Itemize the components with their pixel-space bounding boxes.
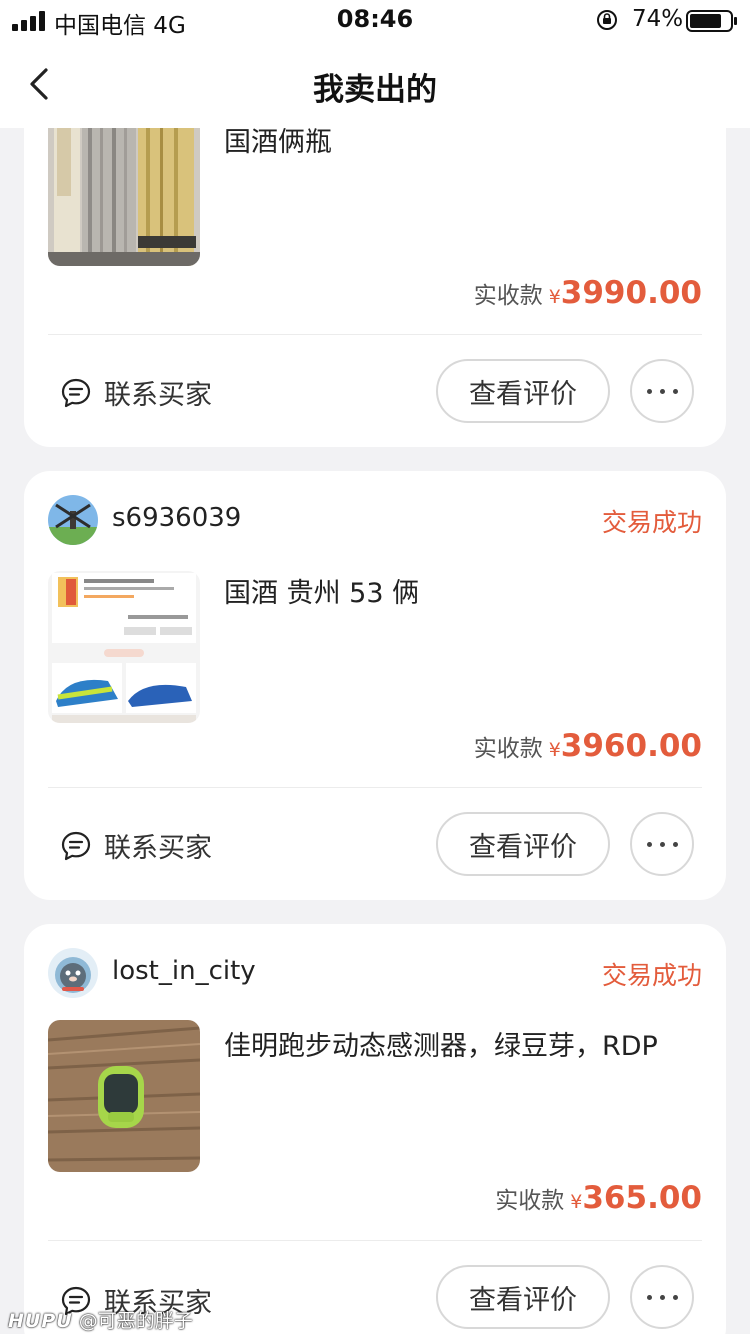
more-button[interactable] bbox=[630, 359, 694, 423]
rotation-lock-icon bbox=[597, 10, 617, 30]
buyer-username[interactable]: lost_in_city bbox=[112, 956, 256, 986]
watermark-text: @可恶的胖子 bbox=[78, 1310, 193, 1332]
divider bbox=[48, 334, 702, 335]
more-dots-icon bbox=[646, 1294, 652, 1300]
product-title[interactable]: 佳明跑步动态感测器，绿豆芽，RDP bbox=[224, 1024, 702, 1063]
more-dot bbox=[659, 841, 665, 847]
product-thumbnail[interactable] bbox=[48, 571, 200, 723]
received-amount: 实收款 ¥3990.00 bbox=[474, 275, 702, 311]
contact-buyer-label: 联系买家 bbox=[104, 380, 212, 411]
amount-value: 365.00 bbox=[582, 1180, 702, 1216]
watermark-brand: HUPU bbox=[8, 1310, 73, 1332]
more-dots-icon bbox=[646, 841, 652, 847]
page-title: 我卖出的 bbox=[313, 72, 437, 108]
contact-buyer-button[interactable]: 联系买家 bbox=[60, 826, 212, 865]
status-bar: 中国电信 4G 08:46 74% bbox=[0, 0, 750, 40]
view-review-button[interactable]: 查看评价 bbox=[436, 1265, 610, 1329]
buyer-username[interactable]: s6936039 bbox=[112, 503, 241, 533]
order-header: lost_in_city 交易成功 bbox=[48, 948, 702, 1000]
avatar[interactable] bbox=[48, 495, 98, 545]
order-card: s6936039 交易成功 国酒 贵州 53 俩 实收款 ¥3960.00 联系… bbox=[24, 471, 726, 900]
order-card: lost_in_city 交易成功 佳明跑步动态感测器，绿豆芽，RDP 实收款 ¥… bbox=[24, 924, 726, 1334]
more-dot bbox=[659, 1294, 665, 1300]
divider bbox=[48, 1240, 702, 1241]
received-amount: 实收款 ¥3960.00 bbox=[474, 728, 702, 764]
view-review-button[interactable]: 查看评价 bbox=[436, 812, 610, 876]
currency-symbol: ¥ bbox=[548, 286, 561, 308]
watermark: HUPU @可恶的胖子 bbox=[8, 1306, 193, 1333]
contact-buyer-label: 联系买家 bbox=[104, 833, 212, 864]
amount-label: 实收款 bbox=[495, 1188, 565, 1214]
more-dot bbox=[672, 1294, 678, 1300]
more-button[interactable] bbox=[630, 812, 694, 876]
more-dots-icon bbox=[646, 388, 652, 394]
amount-label: 实收款 bbox=[473, 283, 543, 309]
more-button[interactable] bbox=[630, 1265, 694, 1329]
currency-symbol: ¥ bbox=[570, 1191, 583, 1213]
battery-percent: 74% bbox=[632, 6, 684, 32]
more-dot bbox=[659, 388, 665, 394]
divider bbox=[48, 787, 702, 788]
amount-label: 实收款 bbox=[473, 736, 543, 762]
currency-symbol: ¥ bbox=[548, 739, 561, 761]
more-dot bbox=[672, 388, 678, 394]
chat-bubble-icon bbox=[61, 831, 91, 860]
product-title[interactable]: 国酒 贵州 53 俩 bbox=[224, 571, 702, 610]
nav-bar: 我卖出的 bbox=[0, 40, 750, 128]
view-review-button[interactable]: 查看评价 bbox=[436, 359, 610, 423]
battery-icon bbox=[686, 10, 737, 32]
contact-buyer-button[interactable]: 联系买家 bbox=[60, 373, 212, 412]
more-dot bbox=[672, 841, 678, 847]
received-amount: 实收款 ¥365.00 bbox=[495, 1180, 702, 1216]
chat-bubble-icon bbox=[61, 378, 91, 407]
avatar[interactable] bbox=[48, 948, 98, 998]
order-status: 交易成功 bbox=[601, 508, 702, 537]
order-status: 交易成功 bbox=[601, 961, 702, 990]
product-thumbnail[interactable] bbox=[48, 1020, 200, 1172]
order-header: s6936039 交易成功 bbox=[48, 495, 702, 547]
amount-value: 3990.00 bbox=[560, 275, 702, 311]
amount-value: 3960.00 bbox=[560, 728, 702, 764]
